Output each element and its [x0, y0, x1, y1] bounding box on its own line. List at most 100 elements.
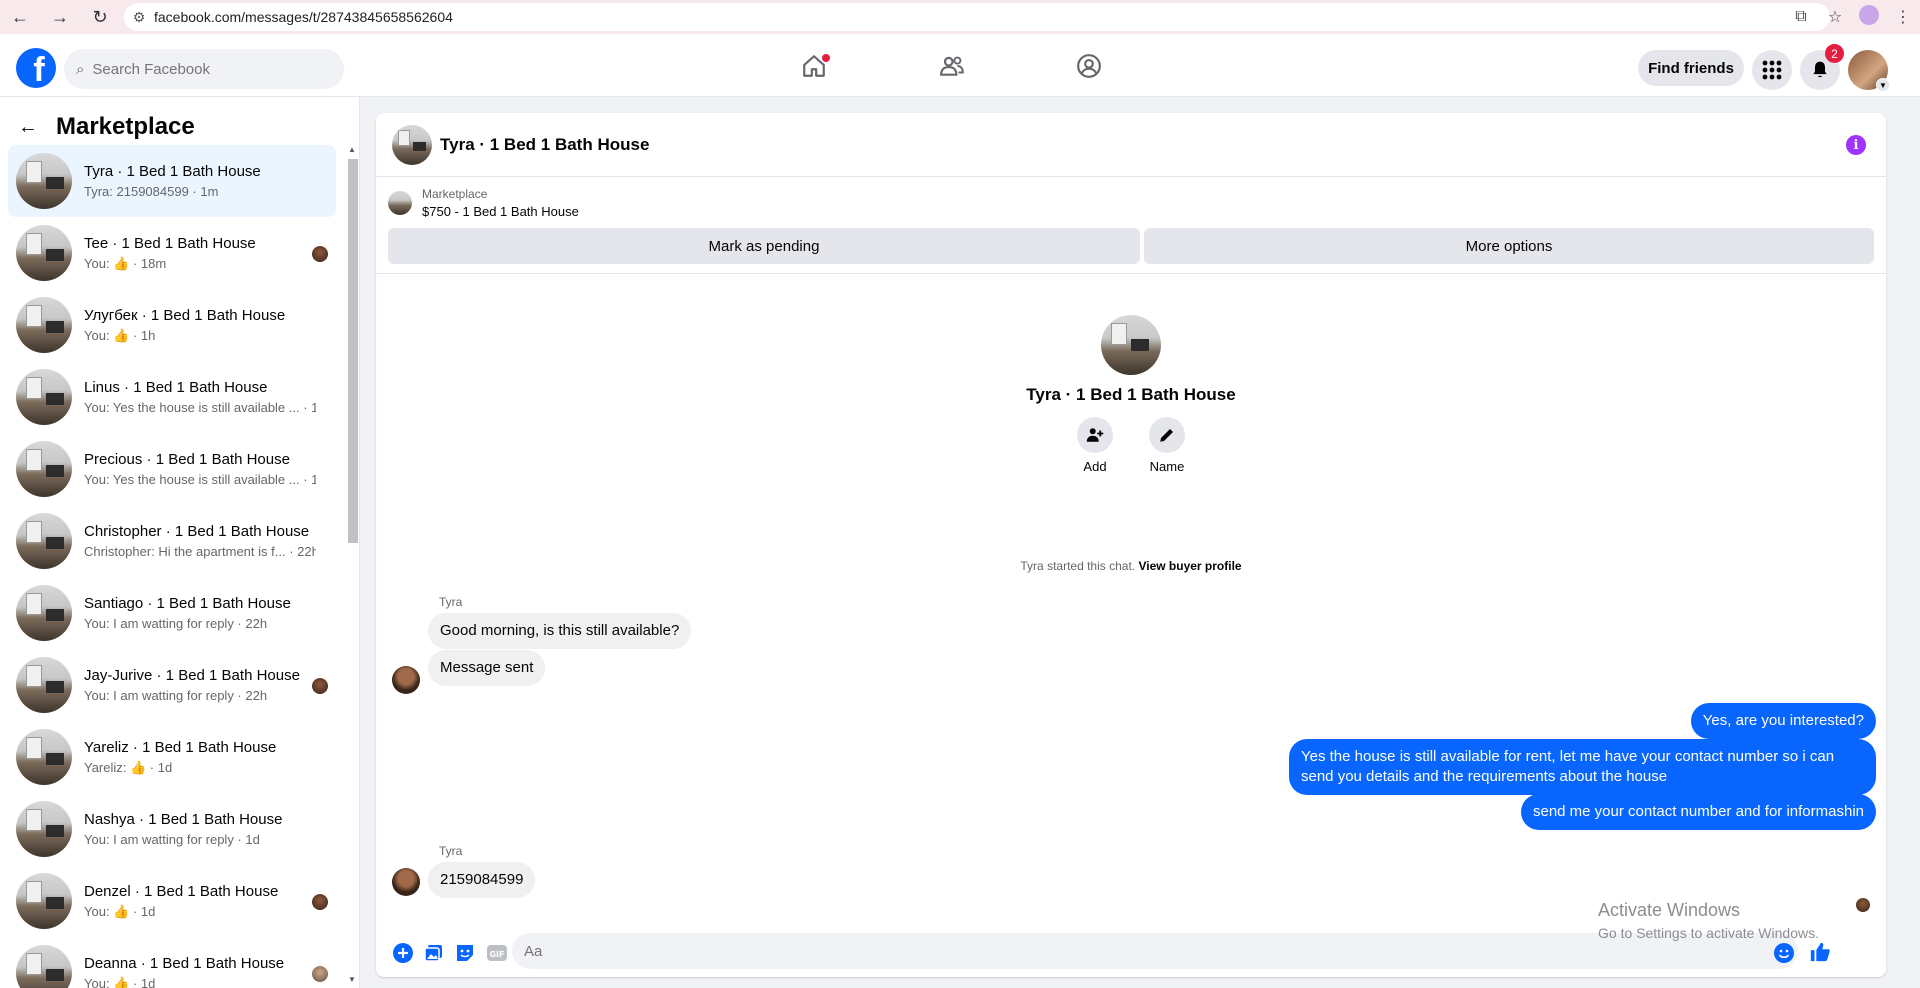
listing-thumbnail — [16, 729, 72, 785]
incoming-message[interactable]: Good morning, is this still available? — [428, 613, 692, 649]
scroll-up-arrow-icon[interactable]: ▲ — [348, 145, 356, 154]
facebook-header: f ⌕ Find friends 2 ▼ — [0, 34, 1920, 97]
conversation-item[interactable]: Linus · 1 Bed 1 Bath House You: Yes the h… — [8, 361, 336, 433]
install-app-icon[interactable]: ⧉ — [1784, 8, 1818, 26]
emoji-icon[interactable] — [1773, 942, 1795, 964]
info-icon[interactable]: i — [1846, 135, 1866, 155]
chat-panel: Tyra · 1 Bed 1 Bath House i Marketplace … — [376, 113, 1886, 977]
outgoing-message[interactable]: Yes, are you interested? — [1690, 703, 1876, 739]
conversation-preview: You: 👍 · 18m — [84, 255, 167, 271]
mark-as-pending-button[interactable]: Mark as pending — [388, 228, 1140, 264]
more-options-button[interactable]: More options — [1144, 228, 1874, 264]
listing-thumbnail — [16, 945, 72, 988]
seen-avatar — [1856, 898, 1870, 912]
menu-button[interactable] — [1752, 50, 1792, 90]
profile-circle-icon — [1077, 53, 1101, 78]
incoming-message[interactable]: 2159084599 — [428, 862, 536, 898]
find-friends-button[interactable]: Find friends — [1638, 50, 1744, 86]
divider — [376, 273, 1886, 274]
conversation-list: Tyra · 1 Bed 1 Bath House Tyra: 215908459… — [8, 145, 336, 988]
conversation-item[interactable]: Tee · 1 Bed 1 Bath House You: 👍 · 18m — [8, 217, 336, 289]
bell-icon — [1813, 61, 1827, 78]
listing-source-label: Marketplace — [422, 187, 488, 201]
conversation-item[interactable]: Santiago · 1 Bed 1 Bath House You: I am w… — [8, 577, 336, 649]
conversation-item[interactable]: Jay-Jurive · 1 Bed 1 Bath House You: I am… — [8, 649, 336, 721]
chat-profile-summary: Tyra · 1 Bed 1 Bath House Add Name — [376, 315, 1886, 474]
add-person-button[interactable]: Add — [1075, 417, 1115, 474]
listing-thumbnail — [16, 297, 72, 353]
back-arrow-icon[interactable]: ← — [18, 116, 38, 139]
notifications-button[interactable]: 2 — [1800, 44, 1844, 90]
conversation-name: Tee · 1 Bed 1 Bath House — [84, 234, 256, 252]
sender-avatar[interactable] — [392, 666, 420, 694]
sidebar-scrollbar[interactable]: ▲ ▼ — [346, 145, 358, 988]
nickname-button[interactable]: Name — [1147, 417, 1187, 474]
chat-title[interactable]: Tyra · 1 Bed 1 Bath House — [440, 135, 649, 155]
photo-icon[interactable] — [423, 942, 445, 964]
gif-icon[interactable]: GIF — [486, 942, 508, 964]
conversation-item[interactable]: Christopher · 1 Bed 1 Bath House Christop… — [8, 505, 336, 577]
conversation-item[interactable]: Denzel · 1 Bed 1 Bath House You: 👍 · 1d — [8, 865, 336, 937]
listing-thumbnail — [16, 225, 72, 281]
conversation-item[interactable]: Deanna · 1 Bed 1 Bath House You: 👍 · 1d — [8, 937, 336, 988]
conversation-preview: Yareliz: 👍 · 1d — [84, 759, 173, 775]
conversation-item[interactable]: Precious · 1 Bed 1 Bath House You: Yes th… — [8, 433, 336, 505]
incoming-message[interactable]: Message sent — [428, 650, 546, 686]
outgoing-message[interactable]: Yes the house is still available for ren… — [1289, 739, 1876, 795]
bookmark-star-icon[interactable]: ☆ — [1818, 7, 1852, 27]
reload-icon[interactable]: ↻ — [80, 0, 120, 34]
conversation-preview: You: 👍 · 1d — [84, 975, 156, 988]
sidebar-title: Marketplace — [56, 113, 195, 140]
chat-header: Tyra · 1 Bed 1 Bath House i — [376, 113, 1886, 177]
site-settings-icon[interactable]: ⚙ — [124, 9, 154, 26]
sender-avatar[interactable] — [392, 868, 420, 896]
conversation-item[interactable]: Улугбек · 1 Bed 1 Bath House You: 👍 · 1h — [8, 289, 336, 361]
grid-menu-icon — [1762, 60, 1782, 80]
listing-thumbnail — [16, 369, 72, 425]
profile-listing-thumbnail — [1101, 315, 1161, 375]
listing-thumbnail — [16, 801, 72, 857]
browser-menu-icon[interactable]: ⋮ — [1886, 7, 1920, 27]
outgoing-message[interactable]: send me your contact number and for info… — [1520, 794, 1876, 830]
activate-windows-watermark: Activate Windows Go to Settings to activ… — [1598, 900, 1819, 941]
facebook-logo[interactable]: f — [16, 48, 56, 88]
search-input[interactable] — [92, 60, 313, 78]
sticker-icon[interactable] — [454, 942, 476, 964]
listing-summary[interactable]: Marketplace $750 - 1 Bed 1 Bath House — [388, 187, 579, 219]
groups-nav-button[interactable] — [1033, 34, 1145, 97]
search-box[interactable]: ⌕ — [64, 49, 344, 89]
conversation-preview: You: I am watting for reply · 22h — [84, 688, 268, 703]
account-avatar[interactable]: ▼ — [1848, 50, 1890, 92]
like-thumb-icon[interactable] — [1809, 941, 1831, 963]
search-icon: ⌕ — [76, 60, 85, 78]
conversation-name: Yareliz · 1 Bed 1 Bath House — [84, 738, 277, 756]
svg-text:GIF: GIF — [489, 950, 504, 959]
chevron-down-icon: ▼ — [1876, 78, 1890, 92]
listing-thumbnail — [16, 513, 72, 569]
forward-arrow-icon[interactable]: → — [40, 0, 80, 34]
friends-nav-button[interactable] — [896, 34, 1008, 97]
conversation-preview: Tyra: 2159084599 · 1m — [84, 184, 219, 199]
conversation-item[interactable]: Tyra · 1 Bed 1 Bath House Tyra: 215908459… — [8, 145, 336, 217]
back-arrow-icon[interactable]: ← — [0, 0, 40, 34]
sender-name: Tyra — [439, 595, 463, 609]
plus-circle-icon[interactable] — [392, 942, 414, 964]
view-buyer-profile-link[interactable]: View buyer profile — [1138, 559, 1241, 573]
scroll-down-arrow-icon[interactable]: ▼ — [348, 975, 356, 984]
conversation-item[interactable]: Yareliz · 1 Bed 1 Bath House Yareliz: 👍 ·… — [8, 721, 336, 793]
conversation-preview: Christopher: Hi the apartment is f... · … — [84, 544, 316, 559]
scrollbar-thumb[interactable] — [348, 159, 358, 543]
conversation-name: Nashya · 1 Bed 1 Bath House — [84, 811, 283, 828]
browser-profile-avatar[interactable] — [1852, 4, 1886, 30]
friends-icon — [940, 56, 964, 76]
chat-listing-thumbnail[interactable] — [392, 124, 432, 165]
conversation-preview: You: 👍 · 1h — [84, 327, 156, 343]
conversation-name: Denzel · 1 Bed 1 Bath House — [84, 882, 279, 900]
pencil-icon — [1160, 429, 1173, 442]
conversation-name: Tyra · 1 Bed 1 Bath House — [84, 163, 261, 180]
seen-avatar — [312, 246, 328, 262]
conversation-item[interactable]: Nashya · 1 Bed 1 Bath House You: I am wat… — [8, 793, 336, 865]
address-bar[interactable]: ⚙ facebook.com/messages/t/28743845658562… — [124, 3, 1830, 31]
conversation-name: Santiago · 1 Bed 1 Bath House — [84, 595, 291, 612]
home-nav-button[interactable] — [758, 34, 870, 97]
